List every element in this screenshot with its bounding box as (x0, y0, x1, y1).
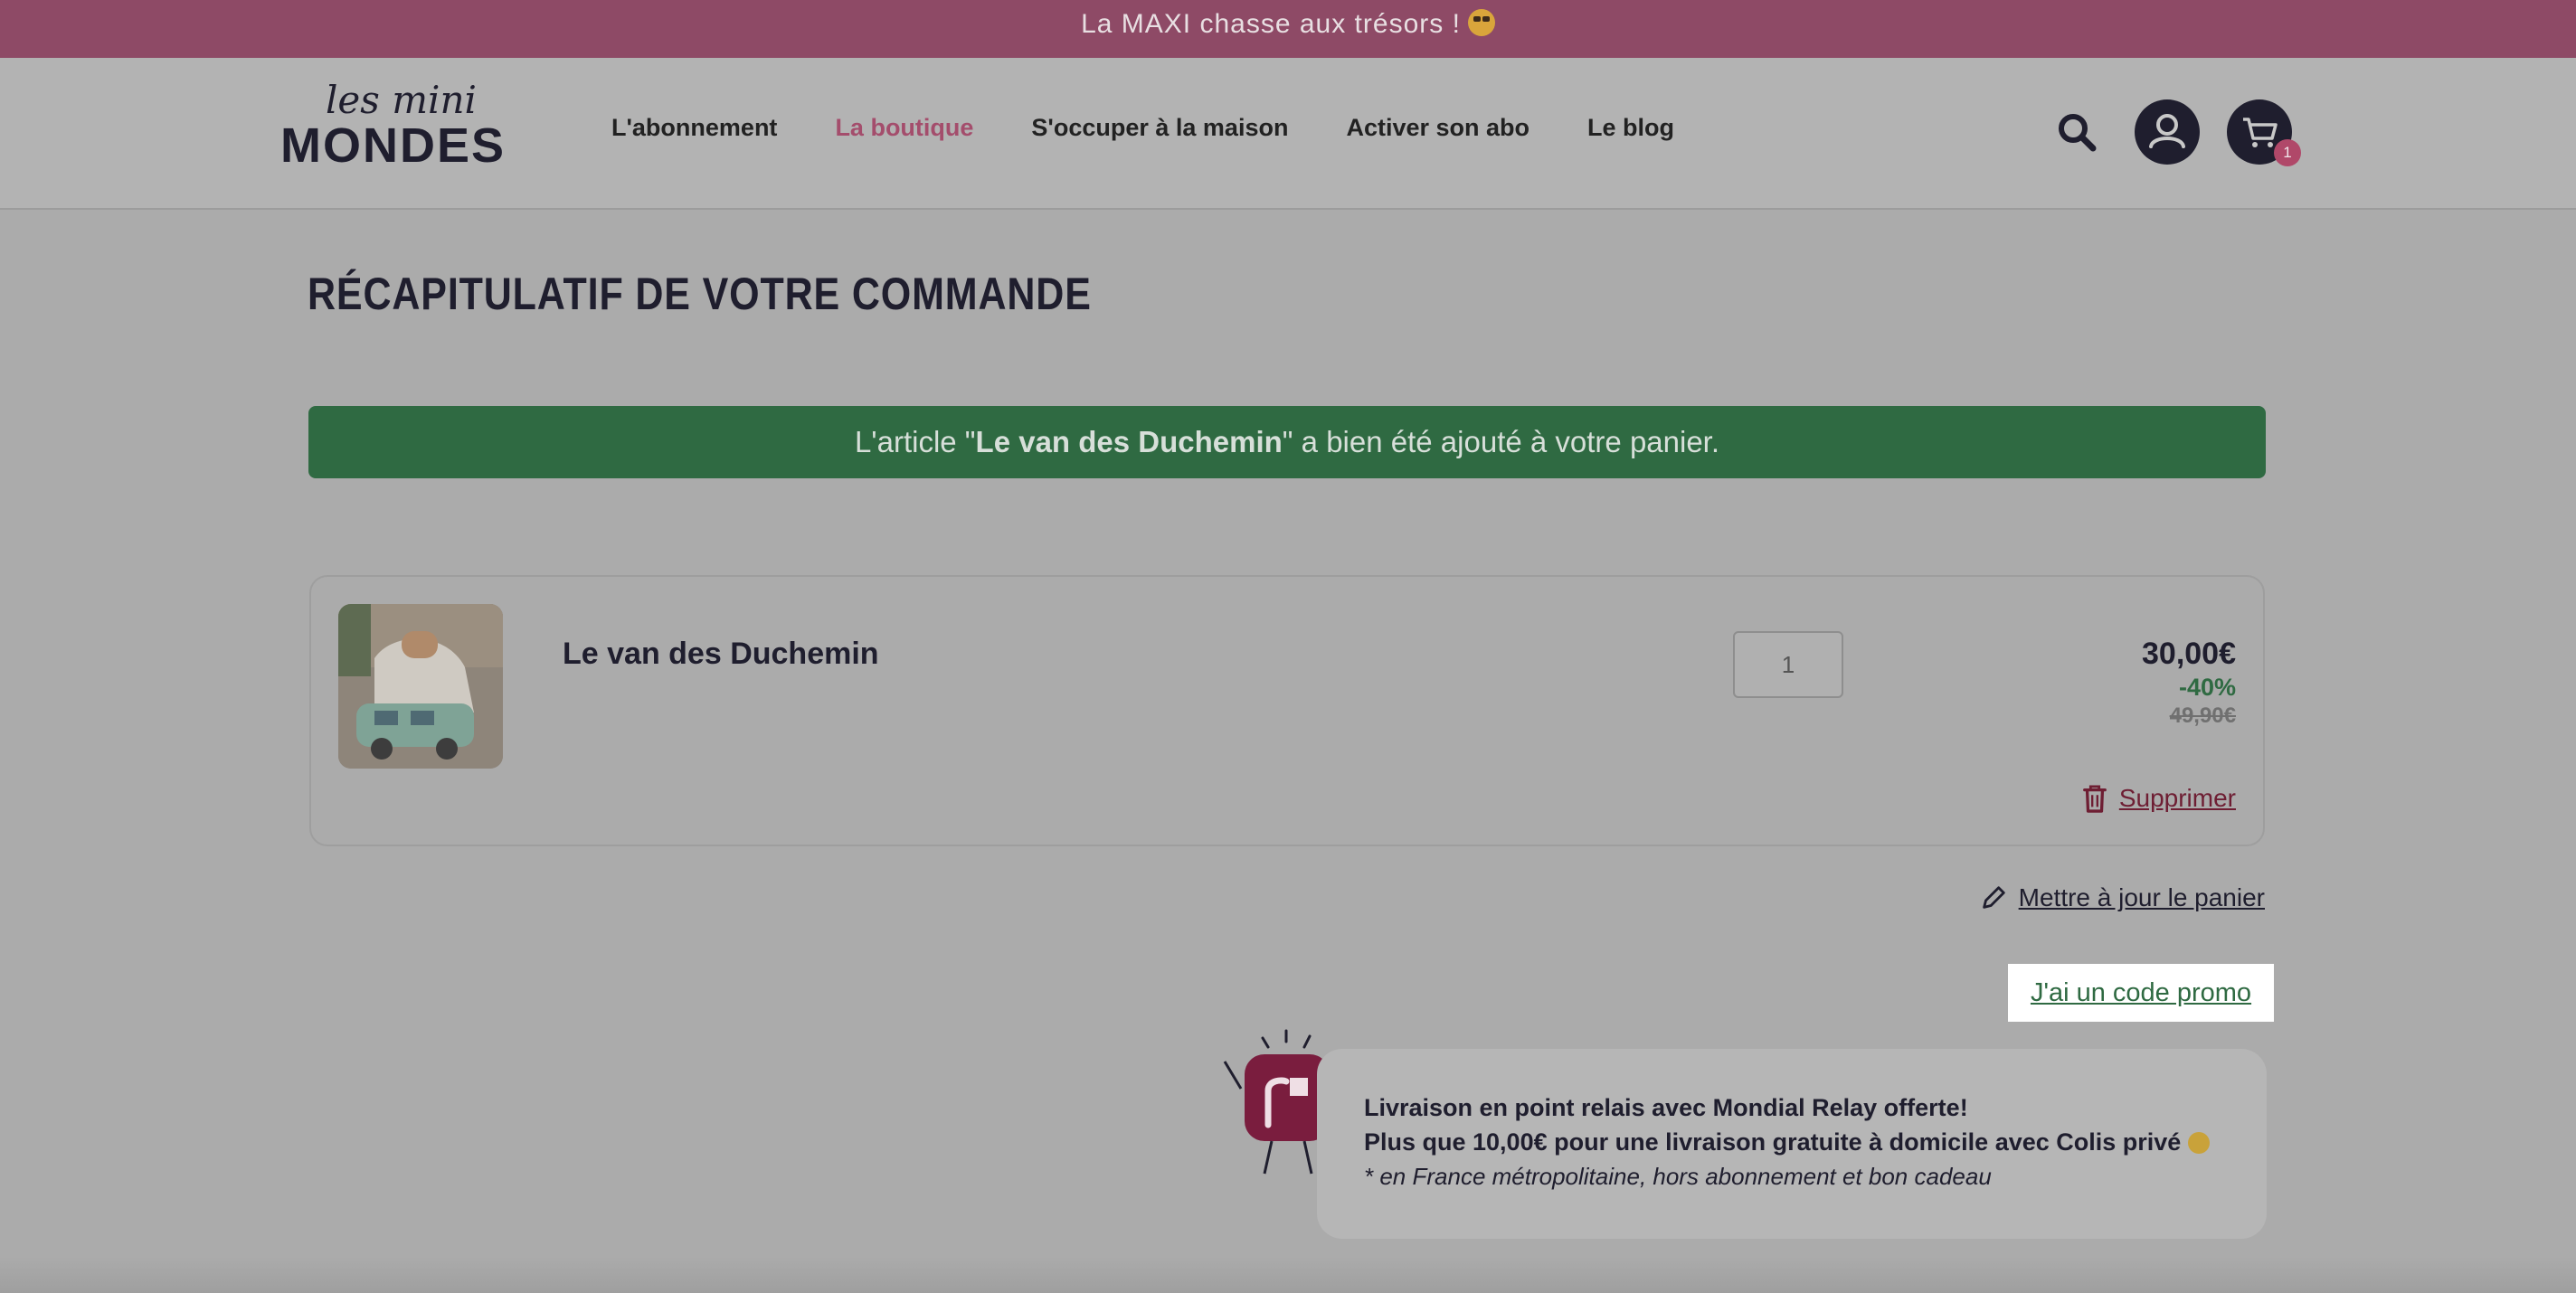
price-block: 30,00€ -40% 49,90€ (2142, 637, 2236, 729)
shipping-relay-text: Livraison en point relais avec Mondial R… (1364, 1094, 1968, 1121)
remove-label: Supprimer (2118, 784, 2236, 812)
notice-suffix: " a bien été ajouté à votre panier. (1282, 425, 1720, 458)
remove-item-button[interactable]: Supprimer (2081, 783, 2236, 814)
shipping-threshold-label: Plus que 10,00€ pour une livraison gratu… (1364, 1128, 2182, 1156)
shipping-footnote: * en France métropolitaine, hors abonnem… (1364, 1163, 1992, 1190)
site-logo[interactable]: les mini MONDES (279, 78, 510, 190)
product-photo (338, 604, 503, 769)
pencil-icon (1982, 886, 2005, 909)
grinning-face-icon (1467, 9, 1495, 36)
main-nav: L'abonnement La boutique S'occuper à la … (611, 114, 1674, 142)
smiling-face-icon (2187, 1132, 2210, 1154)
current-price: 30,00€ (2142, 637, 2236, 671)
cart-item-card: Le van des Duchemin 1 30,00€ -40% 49,90€… (309, 575, 2265, 846)
page-title: RÉCAPITULATIF DE VOTRE COMMANDE (308, 269, 1092, 319)
user-icon (2149, 114, 2185, 148)
logo-text-top: les mini (326, 78, 477, 122)
logo-text-bottom: MONDES (280, 118, 507, 173)
search-icon[interactable] (2055, 110, 2098, 154)
site-header: les mini MONDES L'abonnement La boutique… (0, 58, 2576, 210)
nav-item-boutique[interactable]: La boutique (835, 114, 973, 142)
shipping-threshold-text: Plus que 10,00€ pour une livraison gratu… (1364, 1128, 2210, 1156)
trash-icon (2082, 785, 2107, 813)
nav-item-activer[interactable]: Activer son abo (1346, 114, 1530, 142)
promo-code-label: J'ai un code promo (2030, 978, 2252, 1007)
nav-item-occuper[interactable]: S'occuper à la maison (1031, 114, 1288, 142)
shipping-info-box: Livraison en point relais avec Mondial R… (1317, 1049, 2267, 1239)
announcement-bar: La MAXI chasse aux trésors ! (0, 0, 2576, 58)
success-notice: L'article "Le van des Duchemin" a bien é… (308, 406, 2266, 478)
cart-count-badge: 1 (2274, 139, 2301, 166)
promo-code-link[interactable]: J'ai un code promo (2008, 964, 2274, 1022)
update-cart-label: Mettre à jour le panier (2018, 883, 2265, 911)
page-bottom-shadow (0, 1257, 2576, 1293)
announcement-text: La MAXI chasse aux trésors ! (1081, 9, 1461, 39)
product-name[interactable]: Le van des Duchemin (563, 637, 879, 672)
discount-percent: -40% (2178, 674, 2236, 701)
original-price: 49,90€ (2169, 703, 2236, 728)
product-thumbnail[interactable] (338, 604, 503, 769)
nav-item-blog[interactable]: Le blog (1587, 114, 1674, 142)
quantity-input[interactable]: 1 (1733, 631, 1843, 698)
account-button[interactable] (2135, 99, 2200, 165)
notice-prefix: L'article " (854, 425, 976, 458)
notice-item-name: Le van des Duchemin (975, 425, 1283, 458)
update-cart-button[interactable]: Mettre à jour le panier (1979, 883, 2265, 912)
nav-item-abonnement[interactable]: L'abonnement (611, 114, 777, 142)
